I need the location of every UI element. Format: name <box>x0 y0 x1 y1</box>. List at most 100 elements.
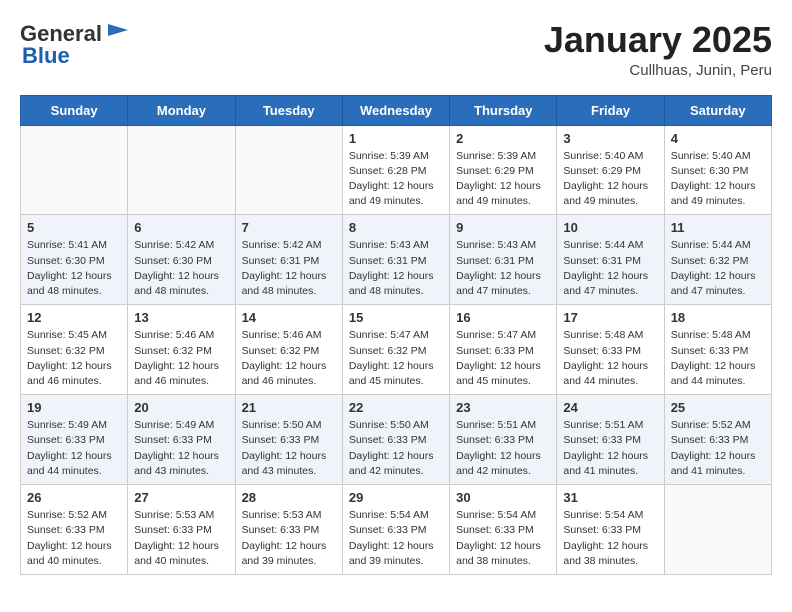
day-number: 23 <box>456 400 550 415</box>
calendar-day-cell: 10 Sunrise: 5:44 AMSunset: 6:31 PMDayligh… <box>557 215 664 305</box>
calendar-day-cell: 17 Sunrise: 5:48 AMSunset: 6:33 PMDayligh… <box>557 305 664 395</box>
day-number: 20 <box>134 400 228 415</box>
weekday-header-saturday: Saturday <box>664 95 771 125</box>
page-header: General Blue January 2025 Cullhuas, Juni… <box>20 20 772 79</box>
day-number: 24 <box>563 400 657 415</box>
month-title: January 2025 <box>544 20 772 60</box>
calendar-empty-cell <box>21 125 128 215</box>
day-info: Sunrise: 5:41 AMSunset: 6:30 PMDaylight:… <box>27 238 121 299</box>
day-info: Sunrise: 5:48 AMSunset: 6:33 PMDaylight:… <box>671 328 765 389</box>
day-info: Sunrise: 5:50 AMSunset: 6:33 PMDaylight:… <box>242 418 336 479</box>
calendar-day-cell: 19Sunrise: 5:49 AMSunset: 6:33 PMDayligh… <box>21 395 128 485</box>
day-info: Sunrise: 5:51 AMSunset: 6:33 PMDaylight:… <box>563 418 657 479</box>
day-number: 29 <box>349 490 443 505</box>
calendar-empty-cell <box>128 125 235 215</box>
day-number: 8 <box>349 220 443 235</box>
day-number: 28 <box>242 490 336 505</box>
day-number: 10 <box>563 220 657 235</box>
day-number: 2 <box>456 131 550 146</box>
calendar-day-cell: 28Sunrise: 5:53 AMSunset: 6:33 PMDayligh… <box>235 485 342 575</box>
day-info: Sunrise: 5:49 AMSunset: 6:33 PMDaylight:… <box>27 418 121 479</box>
day-info: Sunrise: 5:42 AMSunset: 6:31 PMDaylight:… <box>242 238 336 299</box>
day-number: 17 <box>563 310 657 325</box>
day-number: 15 <box>349 310 443 325</box>
day-info: Sunrise: 5:54 AMSunset: 6:33 PMDaylight:… <box>456 508 550 569</box>
calendar-day-cell: 11Sunrise: 5:44 AMSunset: 6:32 PMDayligh… <box>664 215 771 305</box>
day-info: Sunrise: 5:45 AMSunset: 6:32 PMDaylight:… <box>27 328 121 389</box>
calendar-day-cell: 9Sunrise: 5:43 AMSunset: 6:31 PMDaylight… <box>450 215 557 305</box>
day-number: 12 <box>27 310 121 325</box>
calendar-day-cell: 16 Sunrise: 5:47 AMSunset: 6:33 PMDayligh… <box>450 305 557 395</box>
calendar-day-cell: 8Sunrise: 5:43 AMSunset: 6:31 PMDaylight… <box>342 215 449 305</box>
calendar-day-cell: 25 Sunrise: 5:52 AMSunset: 6:33 PMDayligh… <box>664 395 771 485</box>
day-info: Sunrise: 5:42 AMSunset: 6:30 PMDaylight:… <box>134 238 228 299</box>
day-number: 22 <box>349 400 443 415</box>
day-info: Sunrise: 5:48 AMSunset: 6:33 PMDaylight:… <box>563 328 657 389</box>
logo: General Blue <box>20 20 132 68</box>
day-number: 26 <box>27 490 121 505</box>
calendar-day-cell: 29 Sunrise: 5:54 AMSunset: 6:33 PMDayligh… <box>342 485 449 575</box>
day-info: Sunrise: 5:39 AMSunset: 6:28 PMDaylight:… <box>349 149 443 210</box>
day-info: Sunrise: 5:46 AMSunset: 6:32 PMDaylight:… <box>134 328 228 389</box>
calendar-empty-cell <box>664 485 771 575</box>
day-info: Sunrise: 5:52 AMSunset: 6:33 PMDaylight:… <box>27 508 121 569</box>
day-info: Sunrise: 5:44 AMSunset: 6:31 PMDaylight:… <box>563 238 657 299</box>
calendar-day-cell: 14 Sunrise: 5:46 AMSunset: 6:32 PMDayligh… <box>235 305 342 395</box>
day-number: 14 <box>242 310 336 325</box>
calendar-day-cell: 12 Sunrise: 5:45 AMSunset: 6:32 PMDayligh… <box>21 305 128 395</box>
day-number: 21 <box>242 400 336 415</box>
day-info: Sunrise: 5:39 AMSunset: 6:29 PMDaylight:… <box>456 149 550 210</box>
day-number: 13 <box>134 310 228 325</box>
day-number: 31 <box>563 490 657 505</box>
logo-blue-text: Blue <box>22 43 70 68</box>
day-info: Sunrise: 5:40 AMSunset: 6:29 PMDaylight:… <box>563 149 657 210</box>
day-number: 25 <box>671 400 765 415</box>
calendar-day-cell: 31 Sunrise: 5:54 AMSunset: 6:33 PMDayligh… <box>557 485 664 575</box>
calendar-day-cell: 23 Sunrise: 5:51 AMSunset: 6:33 PMDayligh… <box>450 395 557 485</box>
calendar-day-cell: 24 Sunrise: 5:51 AMSunset: 6:33 PMDayligh… <box>557 395 664 485</box>
day-info: Sunrise: 5:49 AMSunset: 6:33 PMDaylight:… <box>134 418 228 479</box>
calendar-week-row: 26 Sunrise: 5:52 AMSunset: 6:33 PMDayligh… <box>21 485 772 575</box>
day-info: Sunrise: 5:47 AMSunset: 6:33 PMDaylight:… <box>456 328 550 389</box>
day-number: 16 <box>456 310 550 325</box>
logo-flag-icon <box>104 20 132 48</box>
day-number: 3 <box>563 131 657 146</box>
calendar-day-cell: 2 Sunrise: 5:39 AMSunset: 6:29 PMDaylight… <box>450 125 557 215</box>
day-info: Sunrise: 5:44 AMSunset: 6:32 PMDaylight:… <box>671 238 765 299</box>
weekday-header-wednesday: Wednesday <box>342 95 449 125</box>
day-number: 1 <box>349 131 443 146</box>
calendar-week-row: 5 Sunrise: 5:41 AMSunset: 6:30 PMDaylight… <box>21 215 772 305</box>
weekday-header-friday: Friday <box>557 95 664 125</box>
calendar-table: SundayMondayTuesdayWednesdayThursdayFrid… <box>20 95 772 575</box>
day-number: 30 <box>456 490 550 505</box>
day-number: 27 <box>134 490 228 505</box>
calendar-week-row: 12 Sunrise: 5:45 AMSunset: 6:32 PMDayligh… <box>21 305 772 395</box>
day-info: Sunrise: 5:50 AMSunset: 6:33 PMDaylight:… <box>349 418 443 479</box>
day-info: Sunrise: 5:54 AMSunset: 6:33 PMDaylight:… <box>349 508 443 569</box>
calendar-day-cell: 26 Sunrise: 5:52 AMSunset: 6:33 PMDayligh… <box>21 485 128 575</box>
calendar-day-cell: 21 Sunrise: 5:50 AMSunset: 6:33 PMDayligh… <box>235 395 342 485</box>
calendar-day-cell: 27 Sunrise: 5:53 AMSunset: 6:33 PMDayligh… <box>128 485 235 575</box>
weekday-header-sunday: Sunday <box>21 95 128 125</box>
day-number: 5 <box>27 220 121 235</box>
day-info: Sunrise: 5:47 AMSunset: 6:32 PMDaylight:… <box>349 328 443 389</box>
weekday-header-thursday: Thursday <box>450 95 557 125</box>
calendar-day-cell: 5 Sunrise: 5:41 AMSunset: 6:30 PMDaylight… <box>21 215 128 305</box>
calendar-week-row: 19Sunrise: 5:49 AMSunset: 6:33 PMDayligh… <box>21 395 772 485</box>
day-info: Sunrise: 5:52 AMSunset: 6:33 PMDaylight:… <box>671 418 765 479</box>
day-info: Sunrise: 5:43 AMSunset: 6:31 PMDaylight:… <box>456 238 550 299</box>
calendar-day-cell: 6 Sunrise: 5:42 AMSunset: 6:30 PMDaylight… <box>128 215 235 305</box>
calendar-day-cell: 22 Sunrise: 5:50 AMSunset: 6:33 PMDayligh… <box>342 395 449 485</box>
day-info: Sunrise: 5:46 AMSunset: 6:32 PMDaylight:… <box>242 328 336 389</box>
day-number: 6 <box>134 220 228 235</box>
day-info: Sunrise: 5:51 AMSunset: 6:33 PMDaylight:… <box>456 418 550 479</box>
day-info: Sunrise: 5:54 AMSunset: 6:33 PMDaylight:… <box>563 508 657 569</box>
calendar-day-cell: 30 Sunrise: 5:54 AMSunset: 6:33 PMDayligh… <box>450 485 557 575</box>
day-info: Sunrise: 5:40 AMSunset: 6:30 PMDaylight:… <box>671 149 765 210</box>
weekday-header-row: SundayMondayTuesdayWednesdayThursdayFrid… <box>21 95 772 125</box>
calendar-day-cell: 20 Sunrise: 5:49 AMSunset: 6:33 PMDayligh… <box>128 395 235 485</box>
calendar-empty-cell <box>235 125 342 215</box>
day-info: Sunrise: 5:53 AMSunset: 6:33 PMDaylight:… <box>134 508 228 569</box>
weekday-header-monday: Monday <box>128 95 235 125</box>
calendar-day-cell: 1 Sunrise: 5:39 AMSunset: 6:28 PMDaylight… <box>342 125 449 215</box>
